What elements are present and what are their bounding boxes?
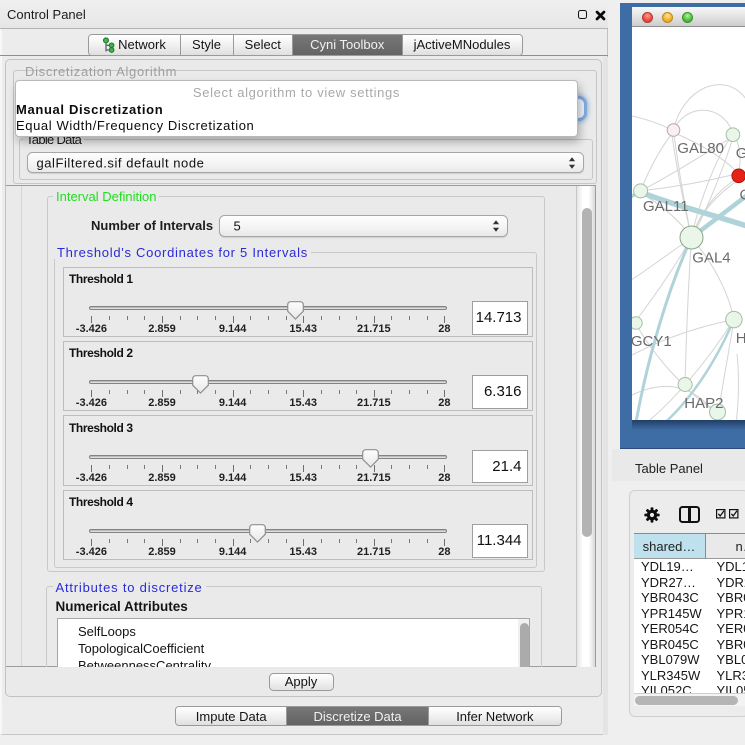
svg-text:GA: GA: [735, 145, 745, 162]
svg-text:GAL4: GAL4: [692, 250, 730, 267]
svg-text:GCY1: GCY1: [632, 333, 672, 350]
svg-text:H: H: [735, 330, 745, 347]
svg-text:GAL11: GAL11: [643, 198, 689, 215]
svg-text:GAL80: GAL80: [677, 140, 724, 157]
svg-text:HAP2: HAP2: [684, 395, 723, 412]
svg-text:C: C: [739, 187, 745, 204]
